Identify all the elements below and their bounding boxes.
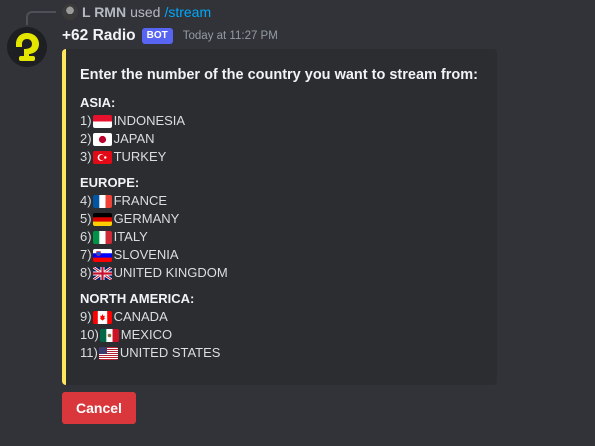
replied-user-avatar[interactable] [62, 4, 78, 20]
flag-united-states-icon [98, 346, 118, 360]
flag-slovenia-icon [92, 248, 112, 262]
country-option: 4) FRANCE [80, 192, 497, 210]
radio-logo-icon [7, 27, 47, 67]
country-option: 10) MEXICO [80, 326, 497, 344]
country-name: GERMANY [113, 211, 180, 226]
country-number: 6) [80, 229, 92, 244]
used-text: used [130, 4, 161, 20]
discord-message-view: L RMN used /stream +62 Radio BOT Today a… [0, 0, 595, 446]
slash-command-name[interactable]: /stream [164, 4, 211, 20]
region-block: NORTH AMERICA: 9) CANADA 10) MEXICO 11) UNITED… [80, 290, 497, 362]
reply-connector-line [26, 11, 56, 25]
country-number: 8) [80, 265, 92, 280]
flag-turkey-icon [92, 150, 112, 164]
bot-tag-badge: BOT [141, 28, 173, 44]
country-option: 5) GERMANY [80, 210, 497, 228]
bot-username[interactable]: +62 Radio [62, 27, 136, 45]
country-name: JAPAN [113, 131, 155, 146]
region-heading: EUROPE: [80, 175, 140, 190]
country-number: 2) [80, 131, 92, 146]
country-option: 7) SLOVENIA [80, 246, 497, 264]
country-option: 9) CANADA [80, 308, 497, 326]
country-number: 10) [80, 327, 99, 342]
country-number: 9) [80, 309, 92, 324]
flag-canada-icon [92, 310, 112, 324]
country-option: 1) INDONESIA [80, 112, 497, 130]
country-number: 4) [80, 193, 92, 208]
replied-username[interactable]: L RMN [82, 4, 126, 20]
region-block: EUROPE: 4) FRANCE 5) GERMANY 6) ITALY 7) SLOVENI… [80, 174, 497, 282]
flag-france-icon [92, 194, 112, 208]
bot-avatar[interactable] [7, 27, 47, 67]
flag-japan-icon [92, 132, 112, 146]
flag-indonesia-icon [92, 114, 112, 128]
country-number: 7) [80, 247, 92, 262]
region-list: ASIA: 1) INDONESIA 2) JAPAN 3) TURKEY EUROPE: 4)… [80, 94, 497, 362]
region-block: ASIA: 1) INDONESIA 2) JAPAN 3) TURKEY [80, 94, 497, 166]
country-number: 3) [80, 149, 92, 164]
country-name: UNITED KINGDOM [113, 265, 228, 280]
country-number: 11) [80, 345, 98, 360]
country-option: 11) UNITED STATES [80, 344, 497, 362]
country-name: UNITED STATES [119, 345, 221, 360]
country-option: 8) UNITED KINGDOM [80, 264, 497, 282]
embed-title: Enter the number of the country you want… [80, 67, 478, 83]
region-heading: NORTH AMERICA: [80, 291, 195, 306]
country-name: INDONESIA [113, 113, 186, 128]
country-name: ITALY [113, 229, 148, 244]
country-name: FRANCE [113, 193, 168, 208]
flag-italy-icon [92, 230, 112, 244]
message-timestamp[interactable]: Today at 11:27 PM [183, 30, 278, 42]
flag-mexico-icon [99, 328, 119, 342]
command-reply-header[interactable]: L RMN used /stream [62, 3, 211, 21]
country-option: 2) JAPAN [80, 130, 497, 148]
country-option: 6) ITALY [80, 228, 497, 246]
country-number: 1) [80, 113, 92, 128]
cancel-button[interactable]: Cancel [62, 392, 136, 424]
flag-germany-icon [92, 212, 112, 226]
country-selection-embed: Enter the number of the country you want… [62, 49, 497, 385]
country-name: TURKEY [113, 149, 167, 164]
message-header: +62 Radio BOT Today at 11:27 PM [62, 26, 278, 46]
region-heading: ASIA: [80, 95, 116, 110]
country-option: 3) TURKEY [80, 148, 497, 166]
country-name: CANADA [113, 309, 168, 324]
country-name: MEXICO [120, 327, 173, 342]
country-number: 5) [80, 211, 92, 226]
flag-united-kingdom-icon [92, 266, 112, 280]
country-name: SLOVENIA [113, 247, 179, 262]
